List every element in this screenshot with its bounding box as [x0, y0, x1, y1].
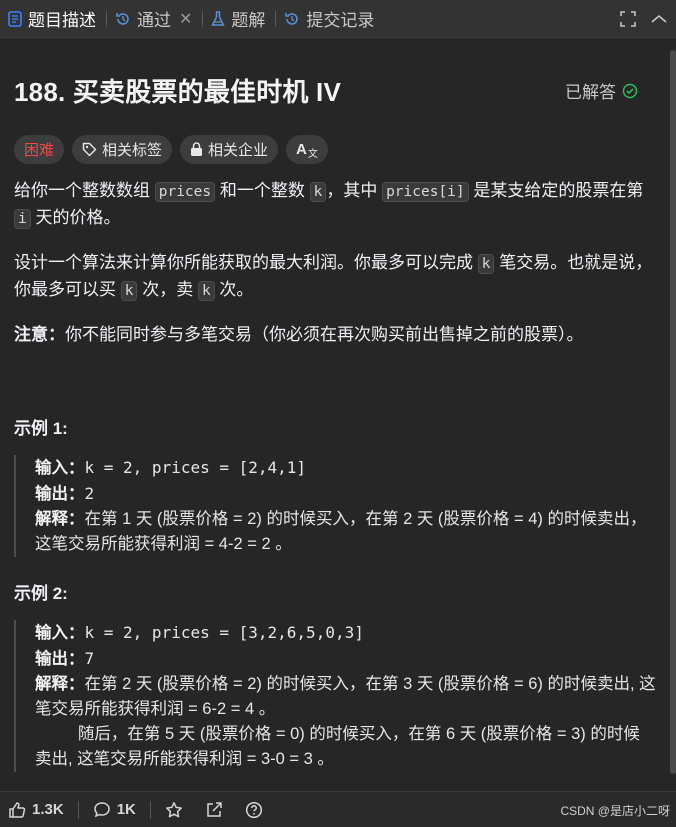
related-tags-button[interactable]: 相关标签 [72, 135, 173, 164]
comment-icon [93, 801, 110, 817]
bottom-divider [77, 800, 79, 819]
example-explanation: 在第 2 天 (股票价格 = 2) 的时候买入，在第 3 天 (股票价格 = 6… [35, 675, 656, 718]
description-paragraph-2: 设计一个算法来计算你所能获取的最大利润。你最多可以完成 k 笔交易。也就是说，你… [14, 250, 656, 304]
share-button[interactable] [205, 801, 223, 819]
description-icon [8, 10, 22, 27]
example-1-title: 示例 1: [14, 419, 68, 438]
problem-title: 188. 买卖股票的最佳时机 IV [14, 77, 342, 107]
tab-label: 提交记录 [306, 11, 375, 30]
watermark: CSDN @是店小二呀 [560, 804, 670, 818]
inline-code: k [477, 254, 495, 274]
title-row: 188. 买卖股票的最佳时机 IV 已解答 [14, 72, 656, 109]
example-input-line: 输入：k = 2, prices = [3,2,6,5,0,3] [35, 620, 656, 646]
example-explain-line: 解释：在第 1 天 (股票价格 = 2) 的时候买入，在第 2 天 (股票价格 … [35, 507, 656, 557]
like-count: 1.3K [32, 801, 64, 818]
share-icon [207, 801, 222, 817]
text: 和一个整数 [219, 181, 305, 200]
related-companies-button[interactable]: 相关企业 [180, 135, 279, 164]
example-2-title: 示例 2: [14, 584, 68, 603]
inline-code: k [120, 281, 138, 301]
tag-icon [82, 142, 97, 157]
translate-icon: A [296, 141, 307, 158]
text: 是某支给定的股票在第 [473, 181, 644, 200]
tab-label: 通过 [137, 11, 171, 30]
example-output-line: 输出：7 [35, 646, 656, 672]
comments-button[interactable]: 1K [93, 801, 136, 819]
solved-status: 已解答 [565, 78, 638, 103]
input-label: 输入： [35, 624, 85, 642]
example-output-line: 输出：2 [35, 481, 656, 507]
help-icon [245, 801, 262, 818]
example-explanation: 在第 1 天 (股票价格 = 2) 的时候买入，在第 2 天 (股票价格 = 4… [35, 510, 647, 553]
translate-icon-accent: 文 [307, 149, 318, 160]
bottom-action-bar: 1.3K 1K CSDN @是店小二呀 [0, 791, 676, 827]
panel-controls [620, 0, 668, 38]
history-icon [116, 12, 129, 25]
star-icon [165, 801, 182, 817]
tab-description[interactable]: 题目描述 [0, 0, 106, 38]
chevron-up-icon[interactable] [650, 11, 668, 27]
problem-description: 188. 买卖股票的最佳时机 IV 已解答 困难 相关标签 相关企业 A文 给你… [0, 38, 670, 791]
output-label: 输出： [35, 485, 85, 503]
close-icon[interactable]: ✕ [179, 9, 192, 29]
maximize-icon[interactable] [620, 11, 636, 27]
bottom-divider [149, 800, 151, 819]
translate-button[interactable]: A文 [286, 135, 328, 164]
inline-code: k [197, 281, 215, 301]
note-paragraph: 注意：你不能同时参与多笔交易（你必须在再次购买前出售掉之前的股票）。 [14, 322, 656, 348]
tab-submissions[interactable]: 提交记录 [276, 0, 384, 38]
scrollbar[interactable] [670, 50, 676, 774]
description-paragraph-1: 给你一个整数数组 prices 和一个整数 k ，其中 prices[i] 是某支… [14, 178, 656, 232]
inline-code: prices[i] [382, 182, 469, 202]
thumbs-up-icon [9, 801, 26, 818]
text: 次，卖 [142, 280, 194, 299]
explain-label: 解释： [35, 675, 85, 693]
example-explain-line-2: 随后，在第 5 天 (股票价格 = 0) 的时候买入，在第 6 天 (股票价格 … [35, 722, 656, 772]
difficulty-label: 困难 [24, 142, 55, 159]
tab-solutions[interactable]: 题解 [203, 0, 275, 38]
tab-label: 题解 [231, 11, 266, 30]
inline-code: k [309, 182, 327, 202]
difficulty-badge: 困难 [14, 135, 65, 164]
flask-icon [211, 10, 226, 26]
example-input-line: 输入：k = 2, prices = [2,4,1] [35, 455, 656, 481]
example-1-block: 输入：k = 2, prices = [2,4,1] 输出：2 解释：在第 1 … [14, 455, 656, 557]
like-button[interactable]: 1.3K [8, 801, 64, 819]
lock-icon [191, 142, 203, 156]
tab-label: 题目描述 [28, 11, 96, 30]
output-label: 输出： [35, 650, 85, 668]
tab-accepted[interactable]: 通过 ✕ [107, 0, 202, 38]
note-text: 你不能同时参与多笔交易（你必须在再次购买前出售掉之前的股票）。 [65, 325, 584, 344]
favorite-button[interactable] [165, 801, 183, 819]
example-2-block: 输入：k = 2, prices = [3,2,6,5,0,3] 输出：7 解释… [14, 620, 656, 772]
example-output: 7 [84, 649, 95, 668]
explain-label: 解释： [35, 510, 85, 528]
comment-count: 1K [116, 801, 136, 818]
inline-code: prices [154, 182, 216, 202]
text: 次。 [219, 280, 254, 299]
check-circle-icon [622, 83, 638, 98]
tag-row: 困难 相关标签 相关企业 A文 [14, 135, 656, 164]
history-icon [285, 12, 299, 25]
text: 天的价格。 [35, 208, 121, 227]
example-input: k = 2, prices = [2,4,1] [84, 458, 307, 477]
text: 给你一个整数数组 [14, 181, 150, 200]
example-explanation-2: 随后，在第 5 天 (股票价格 = 0) 的时候买入，在第 6 天 (股票价格 … [35, 725, 640, 768]
text: ，其中 [326, 181, 378, 200]
input-label: 输入： [35, 459, 85, 477]
tab-bar: 题目描述 通过 ✕ 题解 提交记录 [0, 0, 676, 38]
solved-label: 已解答 [565, 83, 616, 102]
note-label: 注意： [14, 325, 65, 344]
example-explain-line: 解释：在第 2 天 (股票价格 = 2) 的时候买入，在第 3 天 (股票价格 … [35, 672, 656, 722]
help-button[interactable] [245, 801, 263, 819]
related-tags-label: 相关标签 [102, 142, 163, 159]
related-companies-label: 相关企业 [208, 142, 269, 159]
inline-code: i [14, 209, 31, 229]
text: 设计一个算法来计算你所能获取的最大利润。你最多可以完成 [14, 253, 473, 272]
example-input: k = 2, prices = [3,2,6,5,0,3] [84, 623, 364, 642]
example-output: 2 [84, 484, 95, 503]
